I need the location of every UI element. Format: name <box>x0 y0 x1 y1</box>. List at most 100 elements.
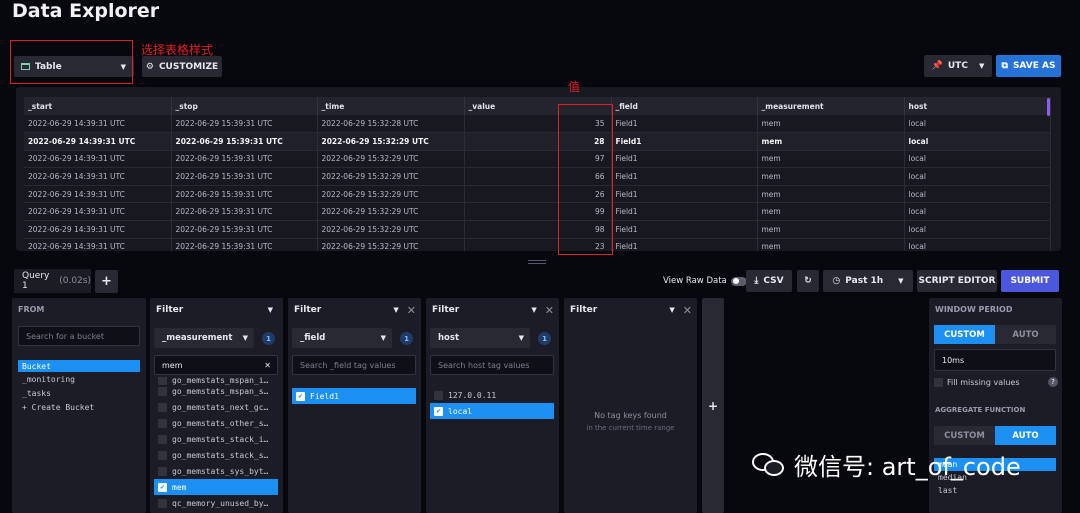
window-period-title: WINDOW PERIOD <box>935 305 1013 314</box>
checkbox[interactable] <box>158 418 167 428</box>
filter-title[interactable]: Filter ▼ ✕ <box>564 298 697 322</box>
tag-key-dropdown[interactable]: _measurement ▼ <box>154 328 254 348</box>
aggregate-mode-toggle[interactable]: CUSTOM AUTO <box>934 426 1056 445</box>
tag-value-item[interactable]: go_memstats_stack_s… <box>154 447 278 463</box>
tag-value-item[interactable]: go_memstats_sys_byt… <box>154 463 278 479</box>
create-bucket-link[interactable]: + Create Bucket <box>18 400 140 414</box>
chevron-down-icon: ▼ <box>267 306 273 314</box>
from-title: FROM <box>18 305 45 314</box>
tag-value-item[interactable]: go_memstats_stack_i… <box>154 431 278 447</box>
csv-button[interactable]: ⤓ CSV <box>746 270 792 292</box>
column-header[interactable]: _stop <box>171 97 318 115</box>
table-scrollbar[interactable] <box>1047 98 1050 116</box>
bucket-item[interactable]: _tasks <box>18 386 140 400</box>
bucket-item[interactable]: _monitoring <box>18 372 140 386</box>
resize-handle[interactable] <box>528 260 546 264</box>
checkbox[interactable] <box>434 390 443 400</box>
filter-title[interactable]: Filter ▼ ✕ <box>288 298 421 322</box>
tag-value-search-input[interactable]: mem ✕ <box>154 355 278 375</box>
window-mode-toggle[interactable]: CUSTOM AUTO <box>934 325 1056 344</box>
custom-option[interactable]: CUSTOM <box>934 426 995 445</box>
save-as-button[interactable]: ⧉ SAVE AS <box>996 55 1061 77</box>
tag-value-search-input[interactable]: Search _field tag values <box>292 355 416 375</box>
annotation-box-value <box>558 104 613 255</box>
checkbox[interactable] <box>158 434 167 444</box>
table-cell: Field1 <box>611 167 758 186</box>
column-header[interactable]: _measurement <box>757 97 905 115</box>
table-cell: mem <box>757 150 905 169</box>
checkbox[interactable] <box>158 377 167 385</box>
fill-missing-checkbox[interactable]: Fill missing values ? <box>934 377 1058 387</box>
table-cell: mem <box>757 202 905 222</box>
table-row[interactable]: 2022-06-29 14:39:31 UTC 2022-06-29 15:39:… <box>24 185 1051 204</box>
auto-option[interactable]: AUTO <box>995 325 1056 344</box>
checkbox[interactable] <box>158 498 167 508</box>
tag-value-item[interactable]: go_memstats_mspan_s… <box>154 383 278 399</box>
table-cell: 2022-06-29 14:39:31 UTC <box>24 132 172 151</box>
tag-value-item[interactable]: go_memstats_other_s… <box>154 415 278 431</box>
close-icon[interactable]: ✕ <box>264 361 271 370</box>
table-row[interactable]: 2022-06-29 14:39:31 UTC 2022-06-29 15:39:… <box>24 202 1051 222</box>
tag-value-item[interactable]: ✔ local <box>430 403 554 419</box>
checkbox[interactable] <box>158 386 167 396</box>
bucket-item[interactable]: Bucket <box>18 360 140 372</box>
tag-key-dropdown[interactable]: _field ▼ <box>292 328 392 348</box>
help-icon[interactable]: ? <box>1048 377 1058 387</box>
tag-value-item[interactable]: go_memstats_mspan_i… <box>154 377 278 385</box>
table-row[interactable]: 2022-06-29 14:39:31 UTC 2022-06-29 15:39:… <box>24 115 1051 134</box>
chevron-down-icon: ▼ <box>978 62 985 70</box>
view-raw-toggle[interactable]: View Raw Data <box>663 276 747 286</box>
query-tab[interactable]: Query 1 (0.02s) <box>14 269 91 293</box>
tag-value-item[interactable]: go_memstats_next_gc… <box>154 399 278 415</box>
add-query-button[interactable]: + <box>95 270 118 293</box>
auto-option[interactable]: AUTO <box>995 426 1056 445</box>
close-icon[interactable]: ✕ <box>545 304 554 317</box>
checkbox[interactable] <box>934 377 943 387</box>
checkbox[interactable]: ✔ <box>296 391 305 401</box>
table-row[interactable]: 2022-06-29 14:39:31 UTC 2022-06-29 15:39:… <box>24 167 1051 186</box>
column-header[interactable]: _field <box>611 97 758 115</box>
checkbox[interactable]: ✔ <box>434 406 443 416</box>
tag-key-dropdown[interactable]: host ▼ <box>430 328 530 348</box>
filter-title[interactable]: Filter ▼ ✕ <box>426 298 559 322</box>
column-header[interactable]: _start <box>24 97 172 115</box>
window-period-input[interactable]: 10ms <box>934 349 1056 371</box>
tag-value-item[interactable]: ✔ mem <box>154 479 278 495</box>
toggle-switch[interactable] <box>730 276 747 286</box>
timezone-dropdown[interactable]: 📌 UTC ▼ <box>924 55 992 77</box>
custom-option[interactable]: CUSTOM <box>934 325 995 344</box>
clock-icon: ◷ <box>832 276 841 286</box>
checkbox[interactable] <box>158 402 167 412</box>
close-icon[interactable]: ✕ <box>683 304 692 317</box>
table-row[interactable]: 2022-06-29 14:39:31 UTC 2022-06-29 15:39:… <box>24 150 1051 169</box>
script-editor-button[interactable]: SCRIPT EDITOR <box>917 270 997 292</box>
tag-value-item[interactable]: qc_memory_unused_by… <box>154 495 278 511</box>
tag-value-item[interactable]: 127.0.0.11 <box>430 387 554 403</box>
table-header-row: _start _stop _time _value _field _measur… <box>24 97 1051 115</box>
table-cell: local <box>904 238 1051 251</box>
save-as-label: SAVE AS <box>1012 61 1056 71</box>
tag-value-search-input[interactable]: Search host tag values <box>430 355 554 375</box>
aggregate-function-item[interactable]: last <box>934 484 1056 497</box>
submit-button[interactable]: SUBMIT <box>1001 270 1059 292</box>
customize-button[interactable]: ⚙ CUSTOMIZE <box>142 56 222 77</box>
filter-panel-field: Filter ▼ ✕ _field ▼ 1 Search _field tag … <box>288 298 421 513</box>
table-row[interactable]: 2022-06-29 14:39:31 UTC 2022-06-29 15:39:… <box>24 238 1051 251</box>
column-header[interactable]: _time <box>317 97 465 115</box>
checkbox[interactable] <box>158 466 167 476</box>
checkbox[interactable]: ✔ <box>158 482 167 492</box>
table-cell: Field1 <box>611 185 758 204</box>
table-row[interactable]: 2022-06-29 14:39:31 UTC 2022-06-29 15:39:… <box>24 132 1051 151</box>
filter-title[interactable]: Filter ▼ <box>150 298 283 322</box>
refresh-button[interactable]: ↻ <box>797 270 819 292</box>
time-range-dropdown[interactable]: ◷ Past 1h ▼ <box>823 270 913 292</box>
bucket-search-input[interactable]: Search for a bucket <box>18 326 140 346</box>
checkbox[interactable] <box>158 450 167 460</box>
column-header[interactable]: host <box>904 97 1051 115</box>
table-cell: Field1 <box>611 115 758 134</box>
tag-value-item[interactable]: ✔ Field1 <box>292 388 416 404</box>
close-icon[interactable]: ✕ <box>407 304 416 317</box>
table-cell: mem <box>757 132 905 151</box>
table-row[interactable]: 2022-06-29 14:39:31 UTC 2022-06-29 15:39:… <box>24 220 1051 239</box>
add-filter-button[interactable]: + <box>702 298 724 513</box>
